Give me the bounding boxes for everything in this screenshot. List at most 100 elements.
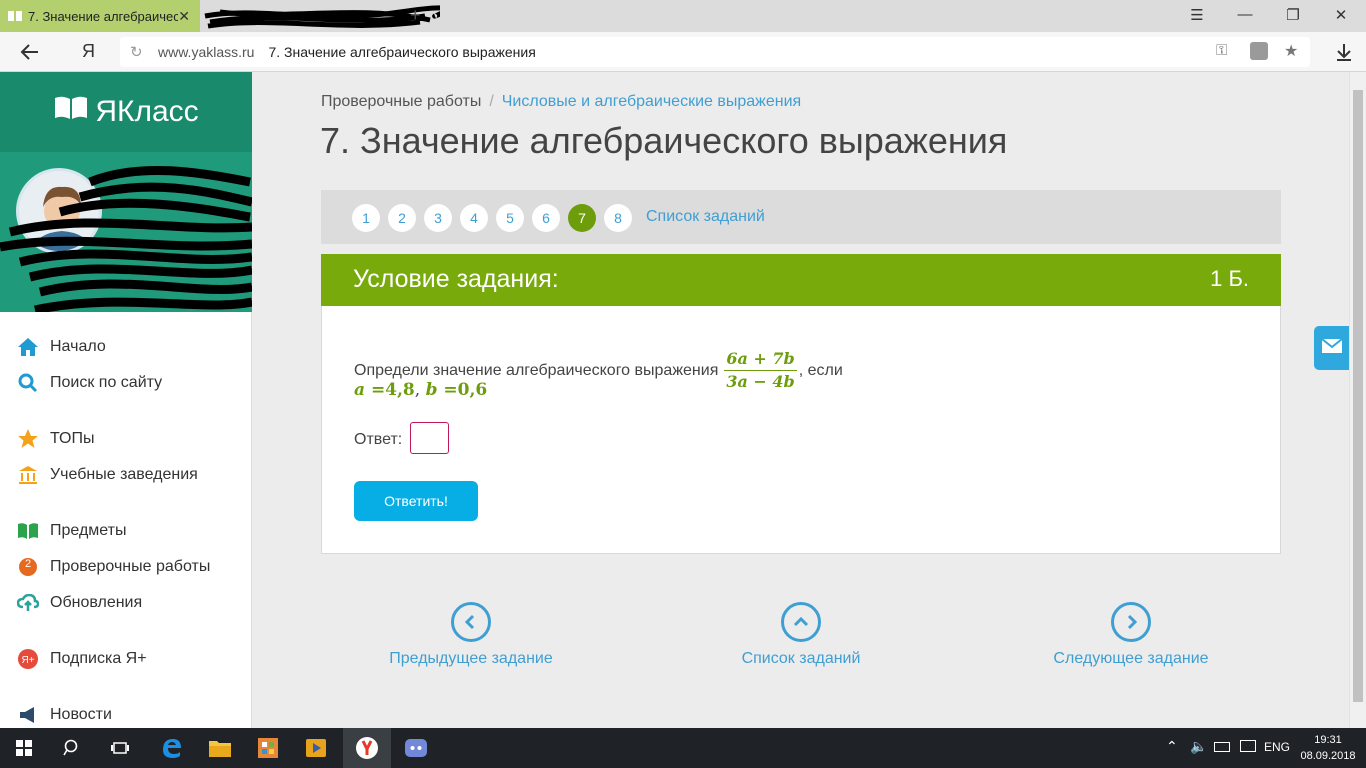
reload-icon[interactable]: ↻ (130, 43, 143, 61)
yandex-logo-icon[interactable]: Я (82, 41, 95, 62)
val-b: =0,6 (443, 380, 488, 400)
val-a: =4,8 (370, 380, 415, 400)
address-page-title: 7. Значение алгебраического выражения (268, 44, 536, 60)
sidebar-item-institutions[interactable]: Учебные заведения (16, 463, 198, 487)
condition-body: Определи значение алгебраического выраже… (321, 306, 1281, 554)
menu-icon[interactable]: ☰ (1182, 6, 1212, 24)
close-tab-icon[interactable]: ✕ (178, 8, 190, 25)
windows-start-icon[interactable] (0, 728, 48, 768)
breadcrumb-root[interactable]: Проверочные работы (321, 93, 481, 110)
breadcrumb-separator: / (489, 93, 494, 110)
answer-input[interactable] (410, 422, 449, 454)
back-arrow-icon[interactable] (18, 40, 42, 64)
browser-tab-bar: 7. Значение алгебраичес ✕ + ☰ — ❐ ✕ (0, 0, 1366, 32)
edge-icon[interactable] (148, 728, 196, 768)
address-field[interactable]: ↻ www.yaklass.ru 7. Значение алгебраичес… (120, 37, 1310, 67)
var-b: b (425, 380, 438, 400)
feedback-mail-button[interactable] (1314, 326, 1350, 370)
sidebar-item-search[interactable]: Поиск по сайту (16, 371, 162, 395)
search-icon (16, 371, 40, 395)
sidebar-item-subscription[interactable]: Я+ Подписка Я+ (16, 647, 147, 671)
fraction-expression: 6a + 7b 3a − 4b (724, 348, 797, 393)
next-task-label[interactable]: Следующее задание (1053, 650, 1208, 667)
download-icon[interactable] (1334, 42, 1354, 62)
redaction-scribble-tab (204, 5, 440, 29)
page-number-4[interactable]: 4 (460, 204, 488, 232)
mail-icon (1321, 337, 1343, 358)
network-icon[interactable] (1240, 740, 1256, 752)
scrollbar-thumb[interactable] (1353, 90, 1363, 702)
page-number-8[interactable]: 8 (604, 204, 632, 232)
bookmark-star-icon[interactable]: ★ (1284, 41, 1298, 61)
sidebar-item-news[interactable]: Новости (16, 703, 112, 727)
sidebar-item-label: Поиск по сайту (50, 374, 163, 391)
chevron-left-icon[interactable] (451, 602, 491, 642)
page-scrollbar[interactable] (1349, 72, 1366, 728)
clock-time: 19:31 (1314, 734, 1342, 746)
sidebar-item-label: Начало (50, 338, 106, 355)
task-view-icon[interactable] (96, 728, 144, 768)
logo-text: ЯКласс (95, 95, 199, 128)
task-list-label[interactable]: Список заданий (742, 650, 861, 667)
address-toolbar: Я ↻ www.yaklass.ru 7. Значение алгебраич… (0, 32, 1366, 72)
svg-text:Я+: Я+ (21, 655, 34, 666)
breadcrumb: Проверочные работы / Числовые и алгебраиче… (321, 93, 801, 111)
cloud-icon (16, 591, 40, 615)
protect-icon[interactable] (1250, 42, 1268, 60)
volume-icon[interactable]: 🔈 (1190, 738, 1207, 755)
prev-task-nav[interactable]: Предыдущее задание (361, 602, 581, 668)
news-icon (16, 703, 40, 727)
page-number-2[interactable]: 2 (388, 204, 416, 232)
sidebar-item-tops[interactable]: ТОПы (16, 427, 95, 451)
page-number-6[interactable]: 6 (532, 204, 560, 232)
file-explorer-icon[interactable] (196, 728, 244, 768)
star-icon (16, 427, 40, 451)
restore-icon[interactable]: ❐ (1278, 6, 1308, 24)
key-icon[interactable]: ⚿ (1216, 42, 1227, 59)
page-title: 7. Значение алгебраического выражения (320, 120, 1008, 161)
tray-chevron-up-icon[interactable]: ⌃ (1166, 738, 1178, 755)
sidebar-item-tests[interactable]: 2 Проверочные работы (16, 555, 210, 579)
task-list-link[interactable]: Список заданий (646, 208, 765, 226)
yandex-browser-icon[interactable] (343, 728, 391, 768)
battery-icon[interactable] (1214, 742, 1230, 752)
question-suffix: , если (798, 361, 843, 379)
media-player-icon[interactable] (292, 728, 340, 768)
breadcrumb-link[interactable]: Числовые и алгебраические выражения (502, 93, 801, 110)
page-number-7-active[interactable]: 7 (568, 204, 596, 232)
next-task-nav[interactable]: Следующее задание (1021, 602, 1241, 668)
chevron-right-icon[interactable] (1111, 602, 1151, 642)
chevron-up-icon[interactable] (781, 602, 821, 642)
close-window-icon[interactable]: ✕ (1326, 6, 1356, 24)
sidebar-item-label: Учебные заведения (50, 466, 198, 483)
condition-title: Условие задания: (353, 265, 559, 293)
profile-area (0, 152, 252, 312)
fraction-denominator: 3a − 4b (726, 372, 795, 391)
search-icon[interactable] (48, 728, 96, 768)
discord-icon[interactable] (392, 728, 440, 768)
task-list-nav[interactable]: Список заданий (691, 602, 911, 668)
page-number-1[interactable]: 1 (352, 204, 380, 232)
system-clock[interactable]: 19:31 08.09.2018 (1300, 732, 1356, 764)
site-logo[interactable]: ЯКласс (0, 72, 252, 152)
sidebar-item-label: Проверочные работы (50, 558, 211, 575)
sidebar-item-label: Обновления (50, 594, 143, 611)
sidebar-item-subjects[interactable]: Предметы (16, 519, 126, 543)
subscription-icon: Я+ (16, 647, 40, 671)
app-icon-paint[interactable] (244, 728, 292, 768)
browser-tab-active[interactable]: 7. Значение алгебраичес ✕ (0, 0, 200, 32)
sidebar-item-updates[interactable]: Обновления (16, 591, 142, 615)
var-a: a (354, 380, 366, 400)
fraction-numerator: 6a + 7b (724, 348, 797, 371)
submit-answer-button[interactable]: Ответить! (354, 481, 478, 521)
page-number-5[interactable]: 5 (496, 204, 524, 232)
page-number-3[interactable]: 3 (424, 204, 452, 232)
variable-values: a =4,8, b =0,6 (354, 380, 488, 400)
question-prefix: Определи значение алгебраического выраже… (354, 361, 719, 379)
input-language-indicator[interactable]: ENG (1264, 740, 1290, 754)
windows-taskbar: ⌃ 🔈 ENG 19:31 08.09.2018 (0, 728, 1366, 768)
sidebar-item-home[interactable]: Начало (16, 335, 106, 359)
new-tab-button[interactable]: + (410, 5, 421, 26)
minimize-icon[interactable]: — (1230, 6, 1260, 23)
prev-task-label[interactable]: Предыдущее задание (389, 650, 552, 667)
